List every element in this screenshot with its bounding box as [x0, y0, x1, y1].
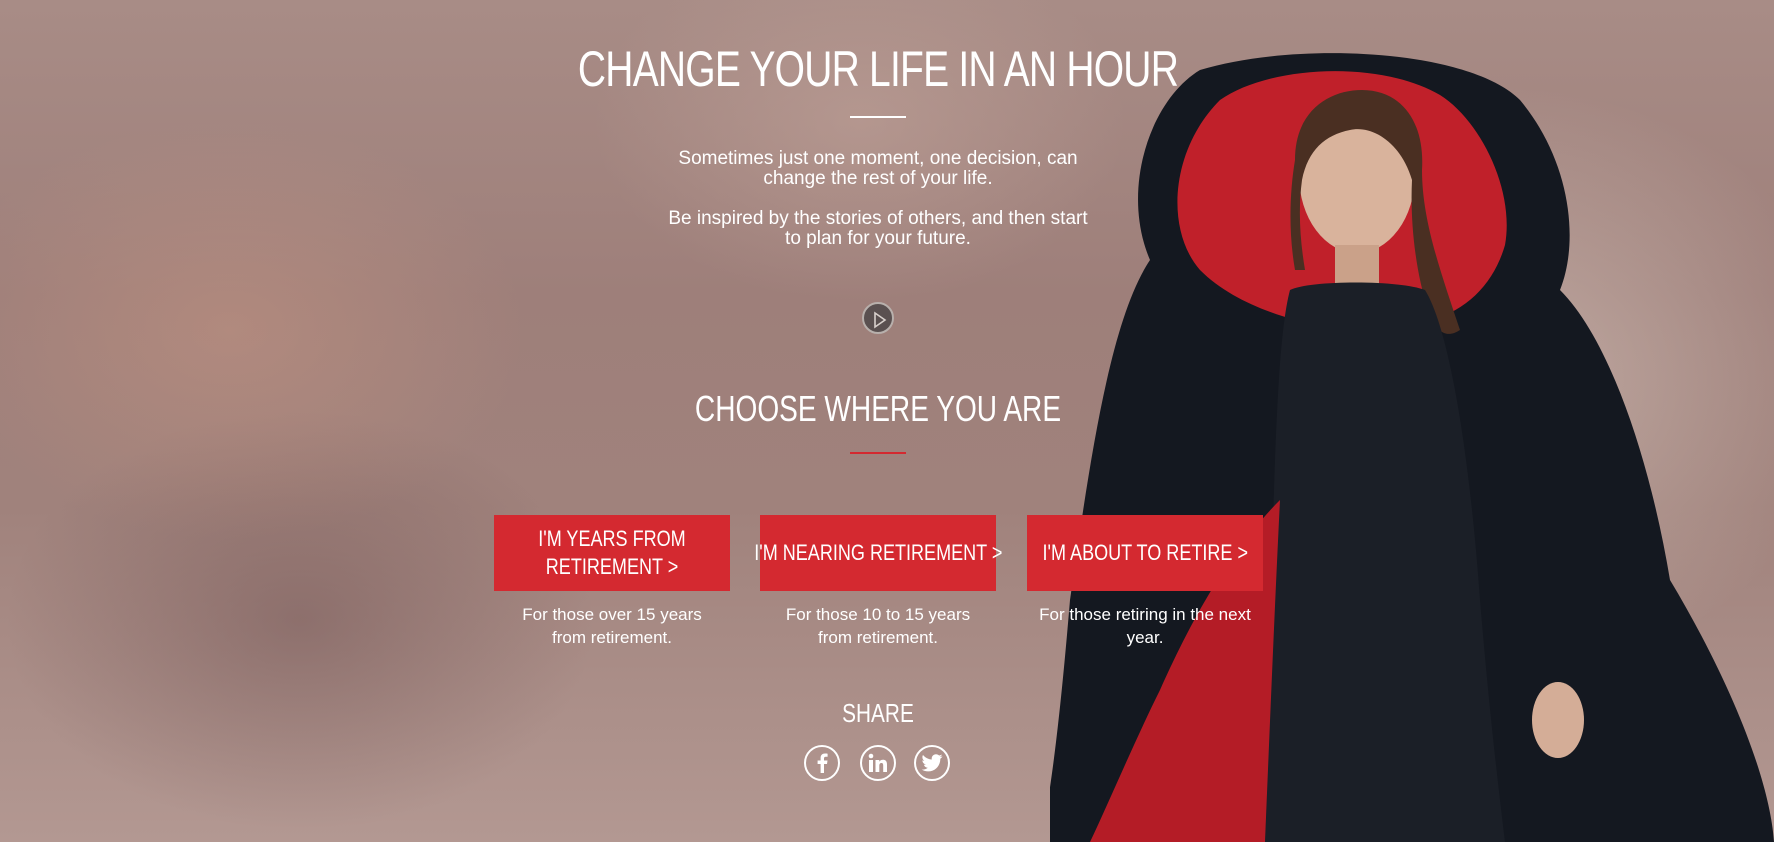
choose-divider: [850, 452, 906, 454]
intro-text-1: Sometimes just one moment, one decision,…: [678, 148, 1078, 189]
intro-paragraph-2: Be inspired by the stories of others, an…: [0, 209, 1756, 249]
linkedin-icon: [868, 753, 887, 772]
play-video-button[interactable]: [862, 302, 894, 334]
years-from-retirement-label: I'M YEARS FROM RETIREMENT >: [538, 526, 686, 579]
twitter-share-button[interactable]: [914, 745, 950, 781]
page-title: CHANGE YOUR LIFE IN AN HOUR: [577, 41, 1179, 97]
years-from-retirement-description: For those over 15 years from retirement.: [494, 603, 730, 649]
facebook-icon: [817, 753, 828, 773]
facebook-share-button[interactable]: [804, 745, 840, 781]
nearing-retirement-description: For those 10 to 15 years from retirement…: [760, 603, 996, 649]
about-to-retire-desc-text: For those retiring in the next year.: [1039, 605, 1251, 647]
option-years-from-retirement: I'M YEARS FROM RETIREMENT > For those ov…: [494, 515, 730, 649]
option-about-to-retire: I'M ABOUT TO RETIRE > For those retiring…: [1027, 515, 1263, 649]
nearing-retirement-label: I'M NEARING RETIREMENT >: [753, 540, 1003, 565]
title-divider: [850, 116, 906, 118]
nearing-retirement-desc-text: For those 10 to 15 years from retirement…: [785, 605, 971, 647]
choose-heading: CHOOSE WHERE YOU ARE: [694, 388, 1062, 429]
years-from-retirement-desc-text: For those over 15 years from retirement.: [522, 605, 702, 647]
intro-paragraph-1: Sometimes just one moment, one decision,…: [0, 149, 1756, 189]
about-to-retire-label: I'M ABOUT TO RETIRE >: [1042, 540, 1248, 565]
about-to-retire-button[interactable]: I'M ABOUT TO RETIRE >: [1027, 515, 1263, 591]
twitter-icon: [921, 754, 943, 772]
option-nearing-retirement: I'M NEARING RETIREMENT > For those 10 to…: [754, 515, 1002, 649]
nearing-retirement-button[interactable]: I'M NEARING RETIREMENT >: [754, 515, 1002, 591]
years-from-retirement-button[interactable]: I'M YEARS FROM RETIREMENT >: [494, 515, 730, 591]
about-to-retire-description: For those retiring in the next year.: [1027, 603, 1263, 649]
share-label: SHARE: [842, 698, 914, 728]
play-icon: [874, 311, 887, 329]
linkedin-share-button[interactable]: [860, 745, 896, 781]
intro-text-2: Be inspired by the stories of others, an…: [668, 208, 1088, 249]
